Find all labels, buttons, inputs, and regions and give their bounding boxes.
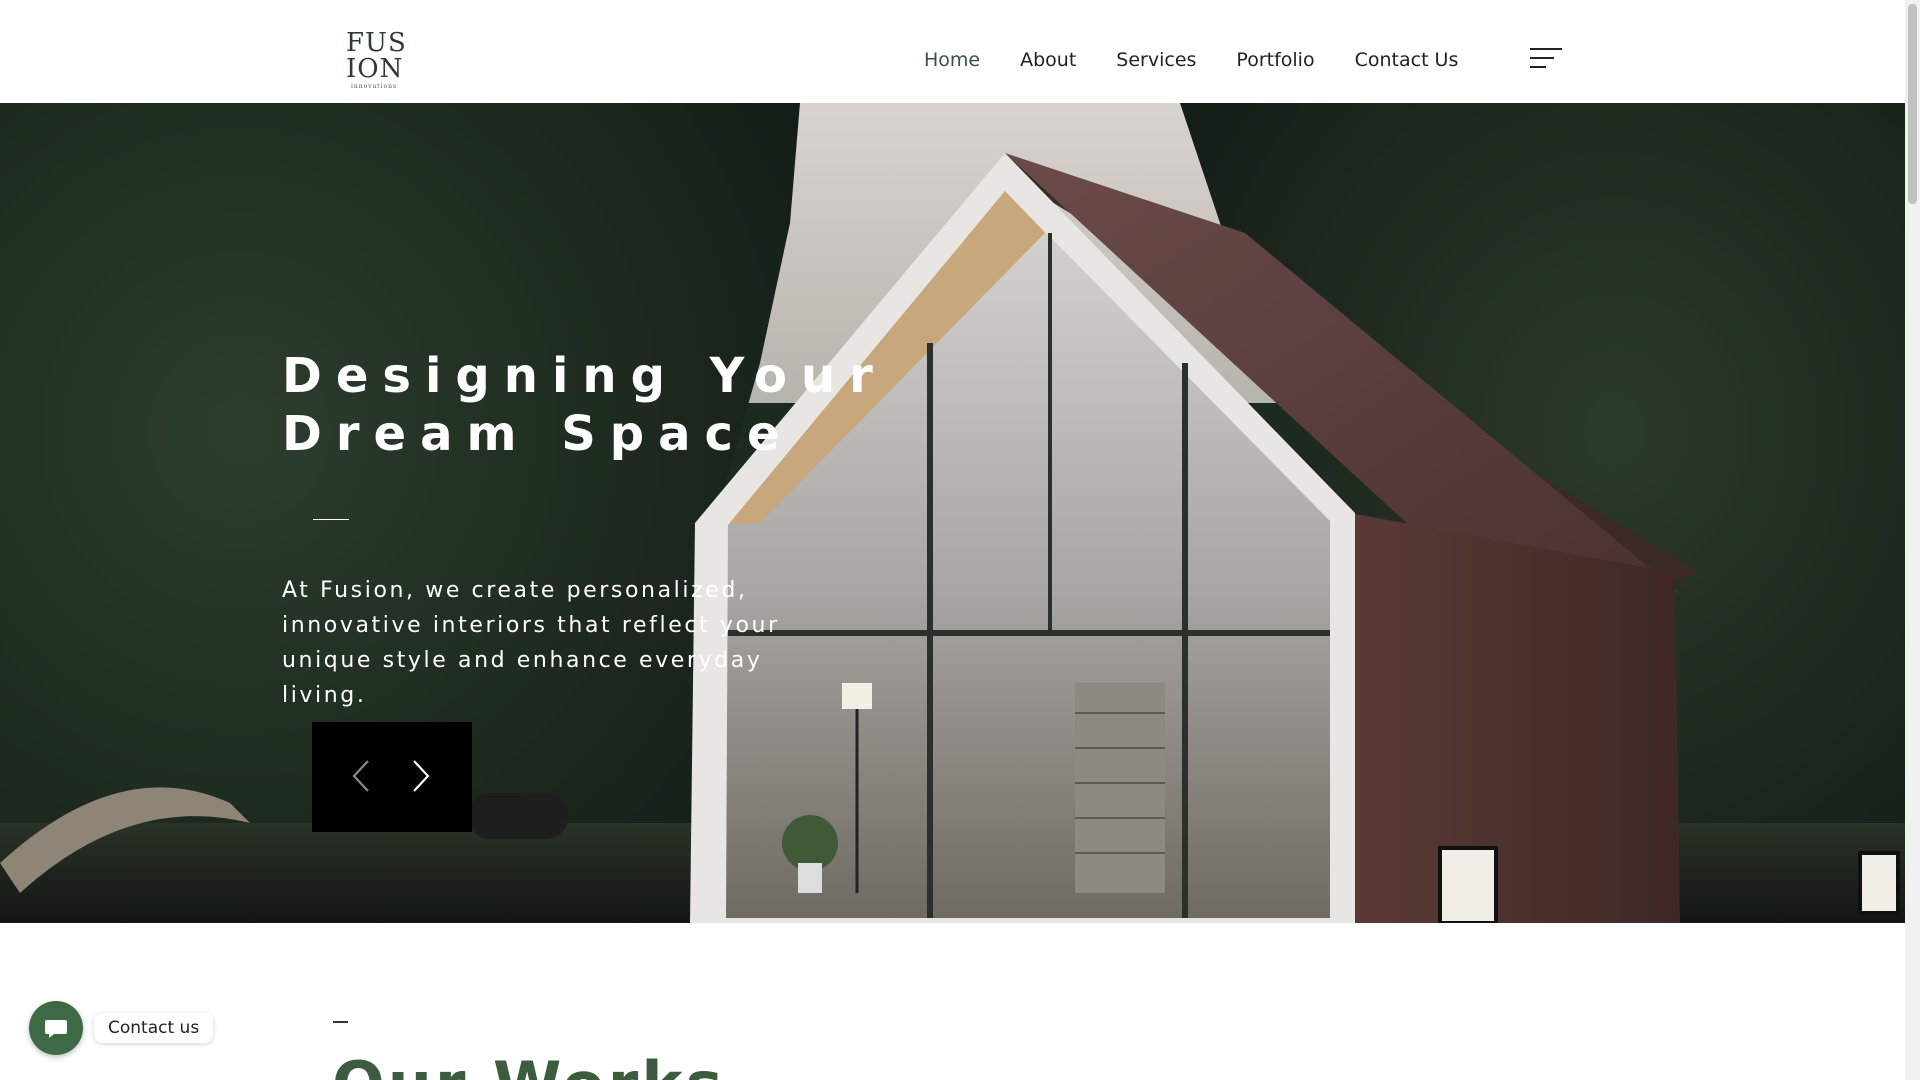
chevron-left-icon[interactable] — [348, 758, 376, 794]
logo-line1: FUS — [346, 28, 407, 58]
works-dash — [333, 1021, 348, 1023]
scrollbar[interactable] — [1905, 0, 1920, 1080]
slider-controls — [312, 722, 472, 832]
hero-divider — [313, 519, 349, 520]
page: FUS ION innovations Home About Services … — [0, 0, 1920, 1080]
nav-home[interactable]: Home — [924, 46, 980, 74]
fusion-logo[interactable]: FUS ION innovations — [346, 28, 407, 92]
nav-portfolio[interactable]: Portfolio — [1236, 46, 1314, 74]
chat-icon[interactable] — [29, 1001, 83, 1055]
hero-title: Designing Your Dream Space — [282, 347, 887, 463]
contact-us-label[interactable]: Contact us — [94, 1013, 214, 1043]
hero-title-line1: Designing Your — [282, 348, 887, 404]
menu-line-2 — [1530, 57, 1554, 59]
menu-line-3 — [1530, 66, 1546, 68]
nav-services[interactable]: Services — [1116, 46, 1196, 74]
hero-description: At Fusion, we create personalized, innov… — [282, 578, 780, 708]
menu-line-1 — [1530, 48, 1562, 50]
logo-line2: ION — [346, 54, 404, 84]
logo-tagline: innovations — [350, 83, 398, 90]
scrollbar-thumb[interactable] — [1908, 4, 1917, 204]
main-nav: Home About Services Portfolio Contact Us — [924, 46, 1498, 74]
works-title: Our Works — [332, 1050, 726, 1080]
hero-section: Designing Your Dream Space At Fusion, we… — [0, 103, 1905, 923]
hamburger-menu-icon[interactable] — [1530, 48, 1564, 72]
site-header: FUS ION innovations Home About Services … — [0, 0, 1905, 103]
hero-title-line2: Dream Space — [282, 406, 794, 462]
chevron-right-icon[interactable] — [406, 758, 434, 794]
nav-contact-us[interactable]: Contact Us — [1355, 46, 1459, 74]
hero-background-image — [0, 103, 1905, 923]
nav-about[interactable]: About — [1020, 46, 1076, 74]
